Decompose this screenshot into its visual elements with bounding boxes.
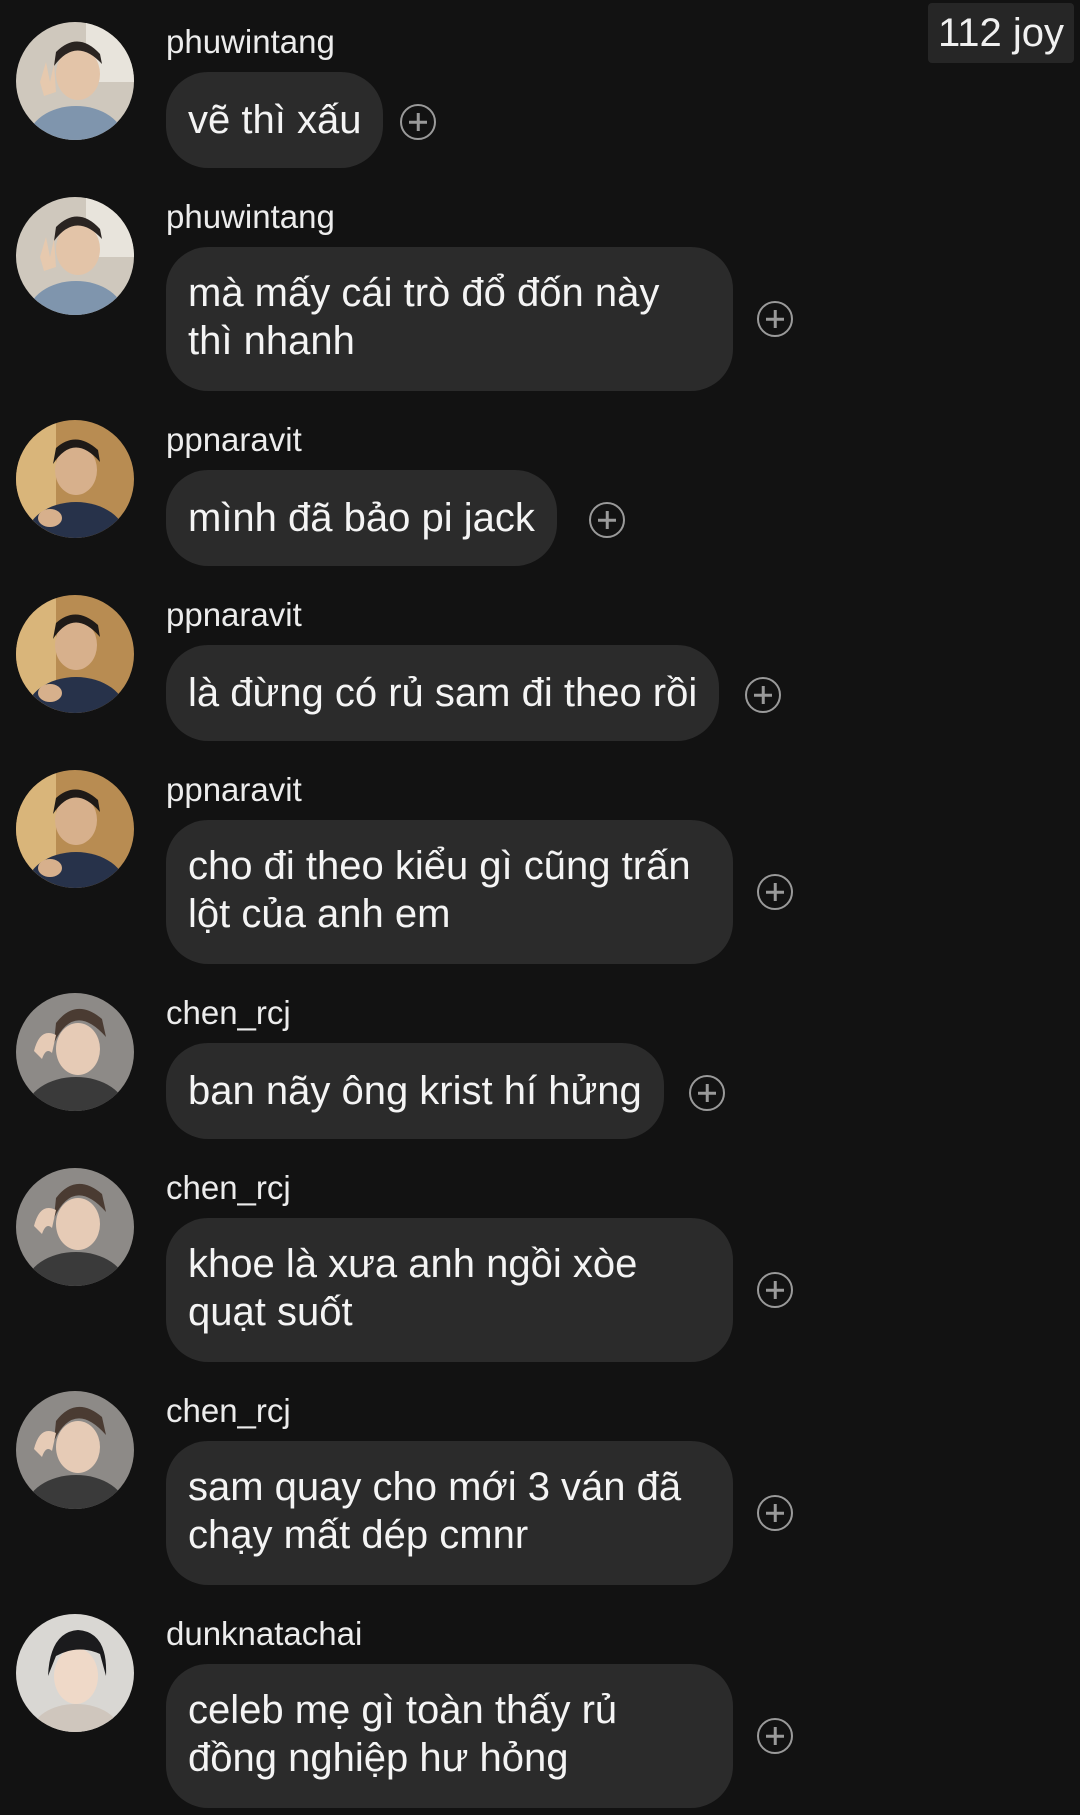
username[interactable]: chen_rcj (166, 993, 291, 1033)
avatar-image (16, 993, 134, 1111)
avatar-image (16, 420, 134, 538)
message-bubble[interactable]: là đừng có rủ sam đi theo rồi (166, 645, 720, 741)
add-reaction-icon[interactable] (589, 502, 625, 538)
avatar-image (16, 22, 134, 140)
avatar-image (16, 1391, 134, 1509)
message-bubble[interactable]: celeb mẹ gì toàn thấy rủ đồng nghiệp hư … (166, 1664, 733, 1808)
avatar-dunknatachai[interactable] (16, 1614, 134, 1732)
message-bubble[interactable]: khoe là xưa anh ngồi xòe quạt suốt (166, 1218, 733, 1362)
avatar-ppnaravit[interactable] (16, 595, 134, 713)
message-bubble[interactable]: vẽ thì xấu (166, 72, 384, 168)
message-bubble[interactable]: mình đã bảo pi jack (166, 470, 557, 566)
avatar-phuwintang[interactable] (16, 197, 134, 315)
add-reaction-icon[interactable] (757, 1495, 793, 1531)
add-reaction-icon[interactable] (745, 677, 781, 713)
username[interactable]: dunknatachai (166, 1614, 362, 1654)
add-reaction-icon[interactable] (757, 1718, 793, 1754)
avatar-chen_rcj[interactable] (16, 1391, 134, 1509)
message-bubble[interactable]: mà mấy cái trò đổ đốn này thì nhanh (166, 247, 733, 391)
avatar-image (16, 1168, 134, 1286)
username[interactable]: chen_rcj (166, 1391, 291, 1431)
avatar-image (16, 1614, 134, 1732)
message-bubble[interactable]: sam quay cho mới 3 ván đã chạy mất dép c… (166, 1441, 733, 1585)
add-reaction-icon[interactable] (757, 874, 793, 910)
username[interactable]: ppnaravit (166, 770, 302, 810)
message-bubble[interactable]: cho đi theo kiểu gì cũng trấn lột của an… (166, 820, 733, 964)
avatar-image (16, 595, 134, 713)
add-reaction-icon[interactable] (757, 1272, 793, 1308)
username[interactable]: chen_rcj (166, 1168, 291, 1208)
username[interactable]: ppnaravit (166, 595, 302, 635)
avatar-ppnaravit[interactable] (16, 770, 134, 888)
avatar-chen_rcj[interactable] (16, 1168, 134, 1286)
message-bubble[interactable]: ban nãy ông krist hí hửng (166, 1043, 664, 1139)
avatar-chen_rcj[interactable] (16, 993, 134, 1111)
add-reaction-icon[interactable] (400, 104, 436, 140)
avatar-phuwintang[interactable] (16, 22, 134, 140)
avatar-image (16, 770, 134, 888)
joy-count-badge: 112 joy (927, 3, 1074, 63)
add-reaction-icon[interactable] (689, 1075, 725, 1111)
avatar-ppnaravit[interactable] (16, 420, 134, 538)
username[interactable]: ppnaravit (166, 420, 302, 460)
username[interactable]: phuwintang (166, 22, 335, 62)
avatar-image (16, 197, 134, 315)
username[interactable]: phuwintang (166, 197, 335, 237)
add-reaction-icon[interactable] (757, 301, 793, 337)
